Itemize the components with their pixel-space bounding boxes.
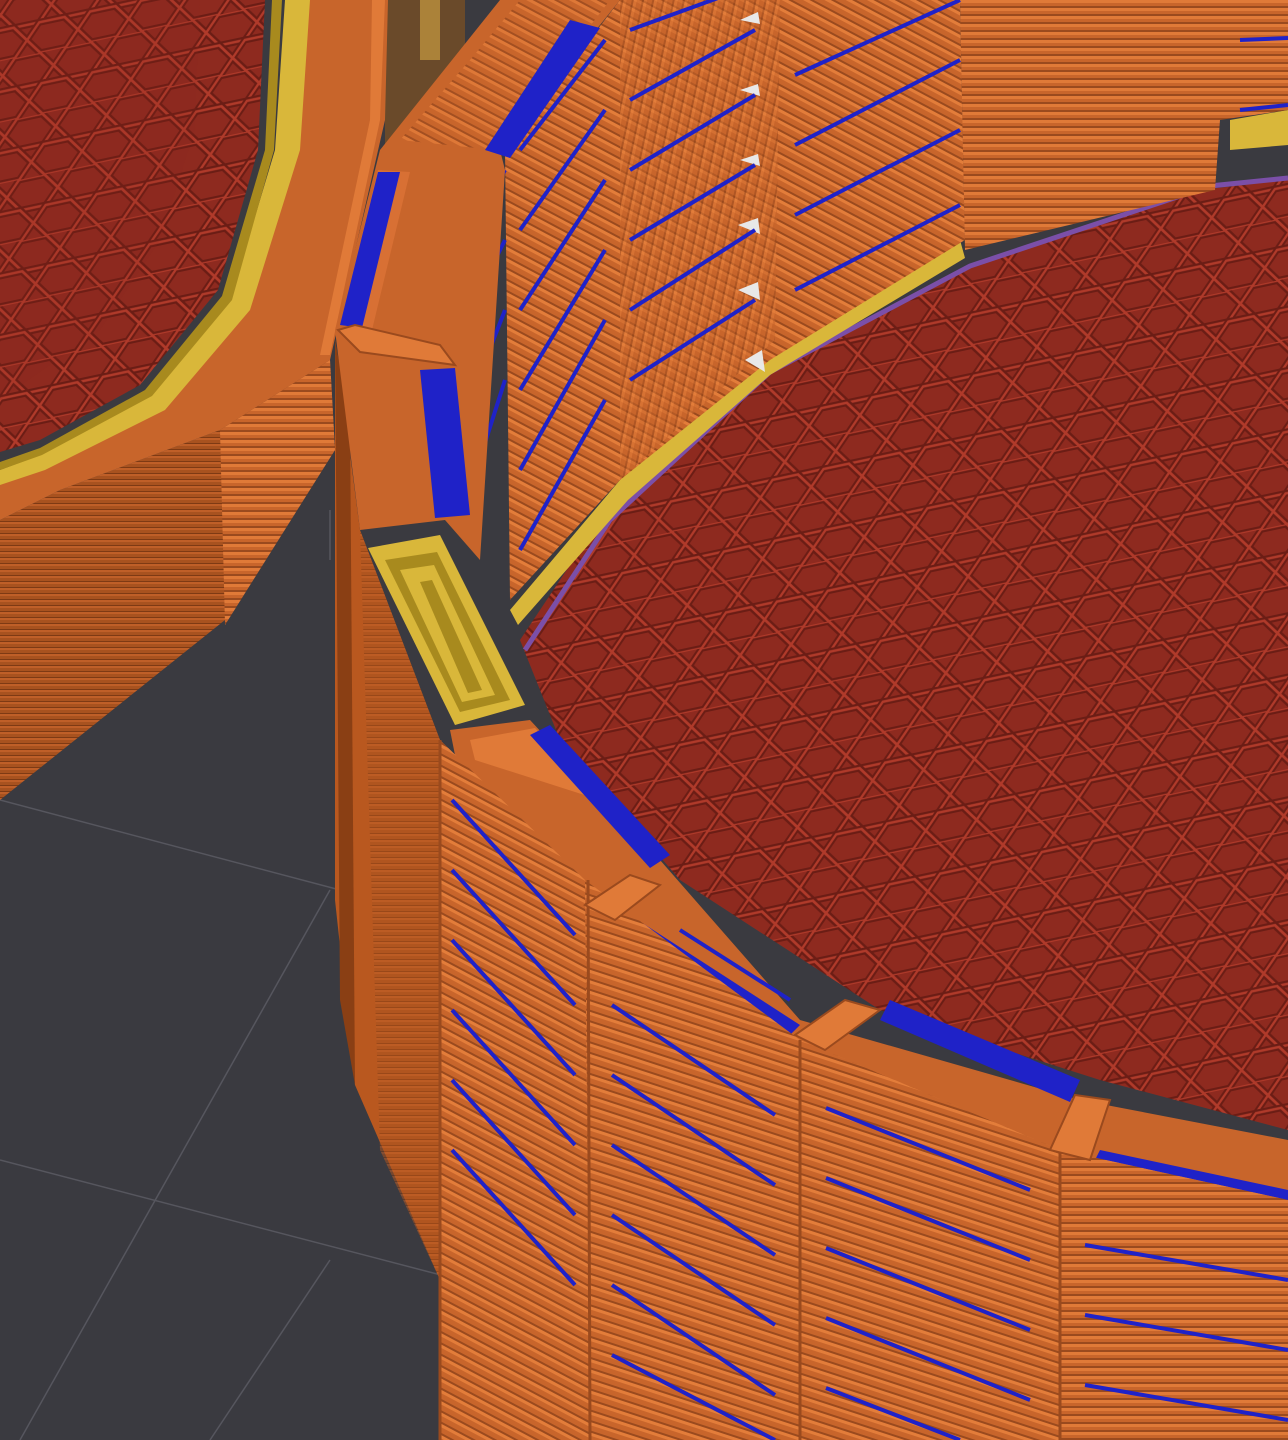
3d-viewport[interactable] <box>0 0 1288 1440</box>
gcode-preview-scene[interactable] <box>0 0 1288 1440</box>
